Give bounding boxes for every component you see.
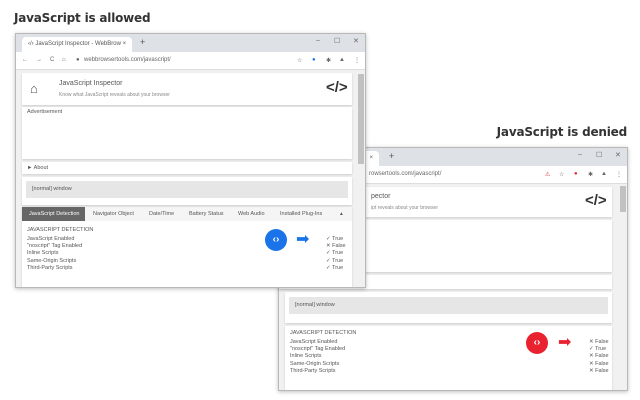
page-subtitle: ipt reveals about your browser: [371, 205, 438, 211]
row-value: ✓ True: [589, 346, 607, 353]
detection-card: JAVASCRIPT DETECTION JavaScript Enabled …: [285, 326, 612, 390]
page-subtitle: Know what JavaScript reveals about your …: [59, 92, 170, 98]
arrow-right-icon: ➡: [296, 231, 310, 248]
minimize-button[interactable]: –: [316, 37, 320, 44]
maximize-button[interactable]: ☐: [334, 37, 340, 45]
row-label: "noscript" Tag Enabled: [27, 243, 83, 250]
row-value: ✓ True: [326, 257, 344, 264]
profile-icon[interactable]: ▲: [601, 171, 607, 177]
tabs-scroll-icon[interactable]: ▴: [340, 211, 343, 217]
tab-javascript-detection[interactable]: JavaScript Detection: [22, 207, 85, 221]
row-value: ✕ False: [326, 243, 346, 250]
star-icon[interactable]: ☆: [297, 57, 302, 64]
close-tab-icon[interactable]: ×: [123, 41, 127, 47]
tab-bar: JavaScript Detection Navigator Object Da…: [22, 207, 352, 221]
about-label: ► About: [27, 165, 49, 171]
detection-values: ✓ True ✕ False ✓ True ✓ True ✓ True: [326, 236, 346, 272]
menu-icon[interactable]: ⋮: [616, 171, 622, 178]
row-value: ✓ True: [326, 236, 344, 242]
detection-labels: JavaScript Enabled "noscript" Tag Enable…: [27, 236, 82, 272]
detection-values: ✕ False ✓ True ✕ False ✕ False ✕ False: [589, 339, 609, 375]
window-type: [normal] window: [289, 297, 608, 314]
row-label: Inline Scripts: [290, 353, 322, 360]
extensions-icon[interactable]: ✱: [588, 171, 593, 178]
row-value: ✕ False: [589, 353, 609, 360]
arrow-right-icon: ➡: [558, 334, 572, 351]
js-allowed-badge-icon: ‹›: [265, 229, 287, 251]
maximize-button[interactable]: ☐: [596, 151, 602, 159]
page-title: pector: [371, 193, 391, 200]
about-toggle[interactable]: ► About: [22, 162, 352, 174]
section-title: JAVASCRIPT DETECTION: [290, 330, 357, 336]
row-value: ✕ False: [589, 360, 609, 367]
row-value: ✓ True: [326, 250, 344, 257]
ad-label: Advertisement: [27, 109, 63, 115]
browser-window-allowed: ‹/› JavaScript Inspector - WebBrow × + –…: [15, 33, 366, 288]
row-label: "noscript" Tag Enabled: [290, 346, 346, 353]
tab-title: JavaScript Inspector - WebBrow: [35, 41, 121, 47]
code-icon: ‹/›: [28, 41, 34, 47]
scrollbar[interactable]: [357, 70, 365, 287]
scrollbar[interactable]: [619, 184, 627, 390]
close-window-button[interactable]: ✕: [615, 151, 621, 159]
page-title: JavaScript Inspector: [59, 80, 123, 87]
row-label: Third-Party Scripts: [290, 367, 336, 374]
javascript-blocked-icon[interactable]: ⚠: [545, 171, 550, 178]
window-card: [normal] window: [285, 292, 612, 323]
row-label: Inline Scripts: [27, 250, 59, 257]
caption-denied: JavaScript is denied: [496, 125, 628, 139]
js-denied-badge-icon: ‹›: [526, 332, 548, 354]
minimize-button[interactable]: –: [578, 151, 582, 158]
window-type: [normal] window: [26, 181, 348, 198]
tab-date-time[interactable]: Date/Time: [149, 211, 174, 217]
header-card: ⌂ JavaScript Inspector Know what JavaScr…: [22, 73, 352, 105]
tab-web-audio[interactable]: Web Audio: [238, 211, 265, 217]
window-card: [normal] window: [22, 177, 352, 205]
home-icon[interactable]: ⌂: [30, 81, 38, 96]
profile-icon[interactable]: ▲: [339, 57, 345, 63]
row-label: JavaScript Enabled: [290, 339, 338, 345]
extension-allowed-icon[interactable]: ●: [312, 57, 316, 63]
extensions-icon[interactable]: ✱: [326, 57, 331, 64]
row-value: ✕ False: [589, 339, 609, 345]
lock-icon: ●: [76, 57, 80, 63]
new-tab-button[interactable]: +: [389, 151, 394, 161]
ad-area: Advertisement: [22, 107, 352, 159]
extension-denied-icon[interactable]: ●: [574, 171, 578, 177]
home-icon[interactable]: ⌂: [62, 57, 66, 63]
close-tab-icon[interactable]: ×: [369, 155, 373, 161]
caption-allowed: JavaScript is allowed: [14, 11, 151, 25]
logo: </>: [585, 192, 607, 209]
tab-navigator-object[interactable]: Navigator Object: [93, 211, 134, 217]
detection-card: JavaScript Detection Navigator Object Da…: [22, 207, 352, 287]
tab-installed-plugins[interactable]: Installed Plug-Ins: [280, 211, 322, 217]
row-label: Same-Origin Scripts: [27, 257, 77, 264]
row-label: JavaScript Enabled: [27, 236, 75, 242]
row-label: Third-Party Scripts: [27, 264, 73, 271]
section-title: JAVASCRIPT DETECTION: [27, 227, 94, 233]
back-icon[interactable]: ←: [22, 57, 28, 63]
url-bar[interactable]: rowsertools.com/javascript/: [369, 171, 441, 177]
row-label: Same-Origin Scripts: [290, 360, 340, 367]
logo: </>: [326, 79, 348, 96]
row-value: ✓ True: [326, 264, 344, 271]
reload-icon[interactable]: C: [50, 57, 54, 63]
tab-battery-status[interactable]: Battery Status: [189, 211, 224, 217]
forward-icon[interactable]: →: [36, 57, 42, 63]
menu-icon[interactable]: ⋮: [354, 57, 360, 64]
url-bar[interactable]: webbrowsertools.com/javascript/: [84, 57, 171, 63]
close-window-button[interactable]: ✕: [353, 37, 359, 45]
row-value: ✕ False: [589, 367, 609, 374]
new-tab-button[interactable]: +: [140, 37, 145, 47]
star-icon[interactable]: ☆: [559, 171, 564, 178]
browser-tab[interactable]: ‹/› JavaScript Inspector - WebBrow ×: [22, 37, 132, 52]
detection-labels: JavaScript Enabled "noscript" Tag Enable…: [290, 339, 345, 375]
